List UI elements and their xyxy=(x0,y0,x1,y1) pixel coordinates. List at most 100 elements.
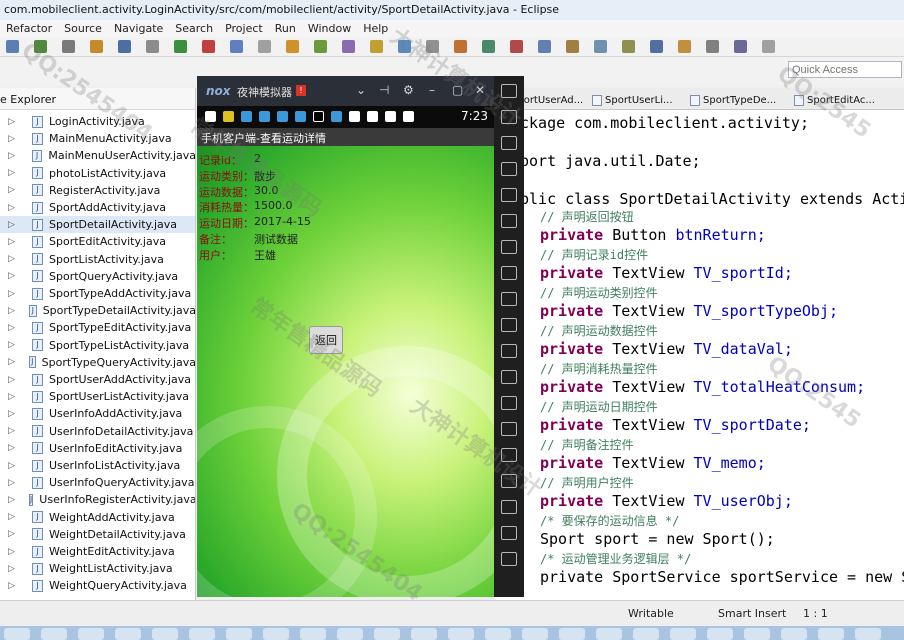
file-item[interactable]: ▷ J LoginActivity.java xyxy=(0,113,195,130)
toolbar-button-icon[interactable] xyxy=(650,40,663,53)
toolbar-button-icon[interactable] xyxy=(678,40,691,53)
file-item[interactable]: ▷ J WeightListActivity.java xyxy=(0,560,195,577)
shake-icon[interactable] xyxy=(501,344,517,358)
file-item[interactable]: ▷ J SportTypeEditActivity.java xyxy=(0,319,195,336)
expand-arrow-icon[interactable]: ▷ xyxy=(8,151,18,161)
minimize-icon[interactable]: – xyxy=(429,83,435,97)
keyboard-icon[interactable] xyxy=(501,136,517,150)
menu-item[interactable]: Search xyxy=(175,22,213,35)
file-item[interactable]: ▷ J SportEditActivity.java xyxy=(0,233,195,250)
taskbar-app-icon[interactable] xyxy=(596,628,622,640)
expand-arrow-icon[interactable]: ▷ xyxy=(8,323,18,333)
taskbar-app-icon[interactable] xyxy=(41,628,67,640)
toolbar-button-icon[interactable] xyxy=(258,40,271,53)
taskbar-app-icon[interactable] xyxy=(411,628,437,640)
file-item[interactable]: ▷ J UserInfoListActivity.java xyxy=(0,457,195,474)
menu-item[interactable]: Project xyxy=(225,22,263,35)
code-editor[interactable]: ckage com.mobileclient.activity; port jav… xyxy=(494,110,904,600)
toolbar-button-icon[interactable] xyxy=(202,40,215,53)
taskbar-app-icon[interactable] xyxy=(226,628,252,640)
expand-arrow-icon[interactable]: ▷ xyxy=(8,340,18,350)
chevron-down-icon[interactable]: ⌄ xyxy=(356,83,366,97)
toolbar-button-icon[interactable] xyxy=(62,40,75,53)
toolbar-button-icon[interactable] xyxy=(734,40,747,53)
taskbar-app-icon[interactable] xyxy=(855,628,881,640)
close-icon[interactable]: ✕ xyxy=(475,83,485,97)
taskbar-app-icon[interactable] xyxy=(263,628,289,640)
file-item[interactable]: ▷ J UserInfoRegisterActivity.java xyxy=(0,491,195,508)
file-item[interactable]: ▷ J SportTypeQueryActivity.java xyxy=(0,354,195,371)
file-item[interactable]: ▷ JphotoListActivity.java xyxy=(0,165,195,182)
back-button[interactable]: 返回 xyxy=(309,326,343,354)
file-item[interactable]: ▷ J UserInfoEditActivity.java xyxy=(0,440,195,457)
multi-instance-icon[interactable] xyxy=(501,422,517,436)
taskbar-app-icon[interactable] xyxy=(633,628,659,640)
toolbar-button-icon[interactable] xyxy=(482,40,495,53)
pin-icon[interactable]: ⊣ xyxy=(379,83,389,97)
toolbar-button-icon[interactable] xyxy=(34,40,47,53)
expand-arrow-icon[interactable]: ▷ xyxy=(8,581,18,591)
toolbar-button-icon[interactable] xyxy=(426,40,439,53)
file-item[interactable]: ▷ J SportUserAddActivity.java xyxy=(0,371,195,388)
volume-down-icon[interactable] xyxy=(501,292,517,306)
toolbar-button-icon[interactable] xyxy=(174,40,187,53)
expand-arrow-icon[interactable]: ▷ xyxy=(8,271,18,281)
taskbar-app-icon[interactable] xyxy=(744,628,770,640)
camera-icon[interactable] xyxy=(501,396,517,410)
file-item[interactable]: ▷ J SportTypeAddActivity.java xyxy=(0,285,195,302)
file-item[interactable]: ▷ J SportAddActivity.java xyxy=(0,199,195,216)
file-item[interactable]: ▷ J RegisterActivity.java xyxy=(0,182,195,199)
toolbar-button-icon[interactable] xyxy=(314,40,327,53)
toolbar-button-icon[interactable] xyxy=(510,40,523,53)
taskbar-app-icon[interactable] xyxy=(559,628,585,640)
file-item[interactable]: ▷ J WeightDetailActivity.java xyxy=(0,526,195,543)
menu-item[interactable]: Navigate xyxy=(114,22,163,35)
taskbar-app-icon[interactable] xyxy=(337,628,363,640)
taskbar-app-icon[interactable] xyxy=(300,628,326,640)
expand-arrow-icon[interactable]: ▷ xyxy=(8,117,18,127)
editor-tab[interactable]: SportEditAc... xyxy=(794,91,875,109)
file-item[interactable]: ▷ J SportTypeDetailActivity.java xyxy=(0,302,195,319)
expand-arrow-icon[interactable]: ▷ xyxy=(8,168,18,178)
screen-icon[interactable] xyxy=(501,214,517,228)
expand-arrow-icon[interactable]: ▷ xyxy=(8,443,18,453)
expand-arrow-icon[interactable]: ▷ xyxy=(8,254,18,264)
back-icon[interactable] xyxy=(501,500,517,514)
expand-arrow-icon[interactable]: ▷ xyxy=(8,375,18,385)
file-item[interactable]: ▷ J WeightEditActivity.java xyxy=(0,543,195,560)
file-item[interactable]: ▷ J SportListActivity.java xyxy=(0,251,195,268)
taskbar-app-icon[interactable] xyxy=(670,628,696,640)
location-icon[interactable] xyxy=(501,188,517,202)
settings-icon[interactable]: ⚙ xyxy=(403,83,414,97)
fullscreen-icon[interactable] xyxy=(501,240,517,254)
expand-arrow-icon[interactable]: ▷ xyxy=(8,357,15,367)
recent-icon[interactable] xyxy=(501,552,517,566)
maximize-icon[interactable]: ▢ xyxy=(452,83,463,97)
expand-arrow-icon[interactable]: ▷ xyxy=(8,409,18,419)
expand-arrow-icon[interactable]: ▷ xyxy=(8,564,18,574)
file-item[interactable]: ▷ J SportTypeListActivity.java xyxy=(0,337,195,354)
menu-item[interactable]: Window xyxy=(308,22,351,35)
expand-arrow-icon[interactable]: ▷ xyxy=(8,426,18,436)
file-item[interactable]: ▷ J SportQueryActivity.java xyxy=(0,268,195,285)
file-item[interactable]: ▷ J UserInfoDetailActivity.java xyxy=(0,423,195,440)
expand-arrow-icon[interactable]: ▷ xyxy=(8,185,18,195)
expand-arrow-icon[interactable]: ▷ xyxy=(8,478,18,488)
toolbar-button-icon[interactable] xyxy=(398,40,411,53)
taskbar-app-icon[interactable] xyxy=(374,628,400,640)
expand-arrow-icon[interactable]: ▷ xyxy=(8,306,15,316)
expand-arrow-icon[interactable]: ▷ xyxy=(8,289,18,299)
phone-icon[interactable] xyxy=(501,110,517,124)
taskbar-app-icon[interactable] xyxy=(115,628,141,640)
toolbar-button-icon[interactable] xyxy=(370,40,383,53)
expand-arrow-icon[interactable]: ▷ xyxy=(8,495,15,505)
taskbar-app-icon[interactable] xyxy=(4,628,30,640)
taskbar-app-icon[interactable] xyxy=(152,628,178,640)
taskbar-app-icon[interactable] xyxy=(448,628,474,640)
taskbar-app-icon[interactable] xyxy=(818,628,844,640)
expand-arrow-icon[interactable]: ▷ xyxy=(8,237,18,247)
file-item[interactable]: ▷ J UserInfoAddActivity.java xyxy=(0,405,195,422)
toolbar-button-icon[interactable] xyxy=(6,40,19,53)
toolbar-button-icon[interactable] xyxy=(762,40,775,53)
expand-arrow-icon[interactable]: ▷ xyxy=(8,203,18,213)
